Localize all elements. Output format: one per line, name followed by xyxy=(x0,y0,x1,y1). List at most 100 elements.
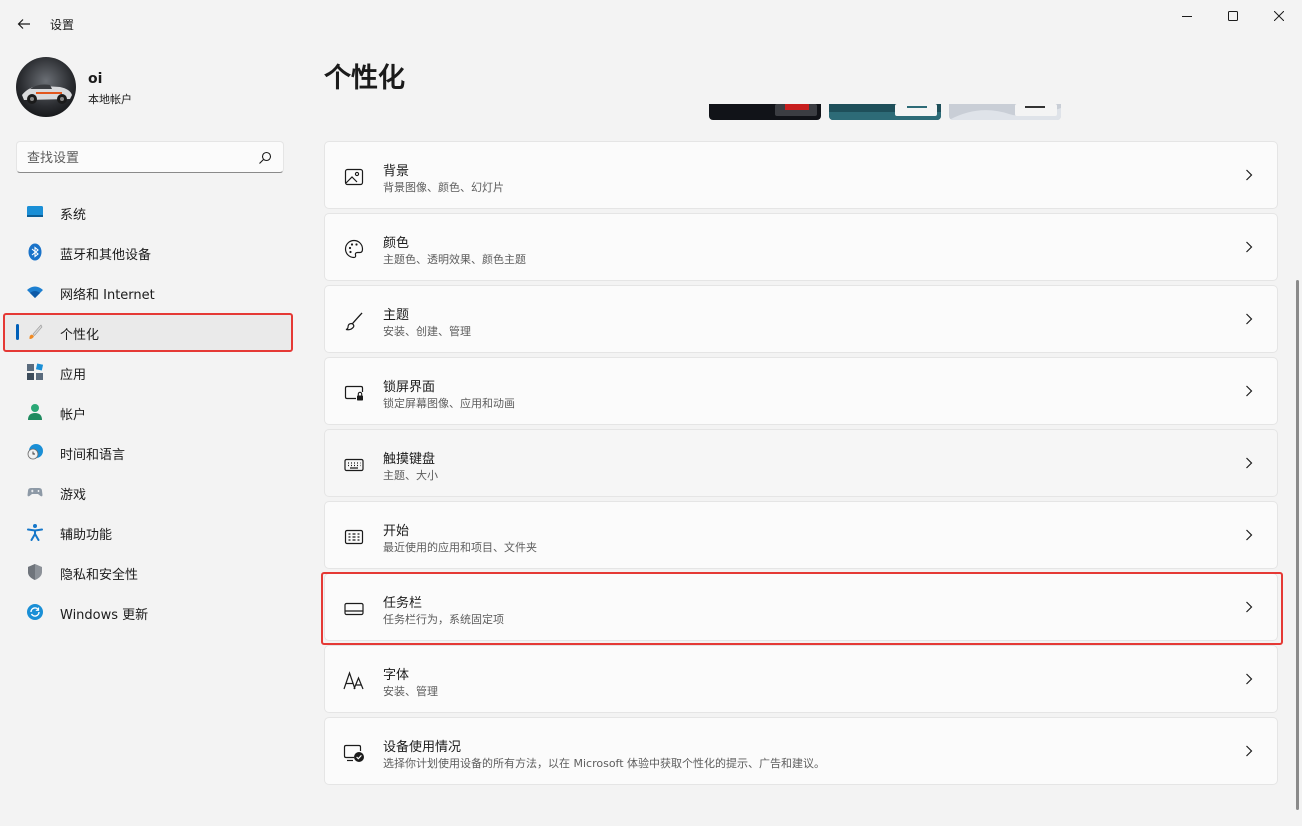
back-button[interactable] xyxy=(12,10,36,38)
card-start[interactable]: 开始 最近使用的应用和项目、文件夹 xyxy=(324,501,1278,569)
apps-icon xyxy=(26,363,44,381)
theme-preview-dark[interactable] xyxy=(709,104,821,120)
keyboard-icon xyxy=(343,454,365,476)
start-menu-icon xyxy=(343,526,365,548)
bluetooth-icon xyxy=(26,243,44,261)
sidebar-item-time-language[interactable]: 时间和语言 xyxy=(4,434,292,470)
sidebar-item-label: 隐私和安全性 xyxy=(60,568,139,583)
system-icon xyxy=(26,203,44,221)
chevron-right-icon xyxy=(1243,744,1255,758)
avatar[interactable] xyxy=(16,57,76,117)
sidebar-item-bluetooth[interactable]: 蓝牙和其他设备 xyxy=(4,234,292,270)
card-title: 锁屏界面 xyxy=(383,380,436,395)
card-title: 主题 xyxy=(383,308,410,323)
card-description: 主题色、透明效果、颜色主题 xyxy=(383,253,526,266)
windows-update-icon xyxy=(26,603,44,621)
chevron-right-icon xyxy=(1243,600,1255,614)
sidebar-item-personalization[interactable]: 个性化 xyxy=(4,314,292,350)
shield-icon xyxy=(26,563,44,581)
window-title: 设置 xyxy=(50,18,75,32)
image-icon xyxy=(343,166,365,188)
card-title: 颜色 xyxy=(383,236,410,251)
card-description: 主题、大小 xyxy=(383,469,438,482)
brush-icon xyxy=(343,310,365,332)
sidebar-item-label: 辅助功能 xyxy=(60,528,113,543)
maximize-button[interactable] xyxy=(1210,0,1256,32)
sidebar-item-label: Windows 更新 xyxy=(60,608,149,623)
sidebar-item-label: 应用 xyxy=(60,368,87,383)
card-taskbar[interactable]: 任务栏 任务栏行为，系统固定项 xyxy=(324,573,1278,641)
card-description: 背景图像、颜色、幻灯片 xyxy=(383,181,504,194)
sidebar-item-windows-update[interactable]: Windows 更新 xyxy=(4,594,292,630)
selection-indicator xyxy=(16,324,19,340)
close-icon xyxy=(1274,11,1284,21)
scrollbar-thumb[interactable] xyxy=(1296,280,1299,810)
sidebar-item-label: 系统 xyxy=(60,208,87,223)
sidebar-item-label: 帐户 xyxy=(60,408,87,423)
chevron-right-icon xyxy=(1243,312,1255,326)
card-description: 最近使用的应用和项目、文件夹 xyxy=(383,541,537,554)
sidebar-nav: 系统 蓝牙和其他设备 网络和 Internet 个性化 应用 帐户 时间和语言 … xyxy=(4,194,292,634)
card-colors[interactable]: 颜色 主题色、透明效果、颜色主题 xyxy=(324,213,1278,281)
minimize-icon xyxy=(1182,16,1192,17)
taskbar-icon xyxy=(343,598,365,620)
card-title: 设备使用情况 xyxy=(383,740,462,755)
chevron-right-icon xyxy=(1243,240,1255,254)
card-touch-keyboard[interactable]: 触摸键盘 主题、大小 xyxy=(324,429,1278,497)
theme-preview-light[interactable] xyxy=(949,104,1061,120)
search-icon[interactable] xyxy=(257,150,273,166)
lock-screen-icon xyxy=(343,382,365,404)
sidebar-item-label: 时间和语言 xyxy=(60,448,126,463)
card-lock-screen[interactable]: 锁屏界面 锁定屏幕图像、应用和动画 xyxy=(324,357,1278,425)
sidebar-item-network[interactable]: 网络和 Internet xyxy=(4,274,292,310)
sidebar-item-accessibility[interactable]: 辅助功能 xyxy=(4,514,292,550)
device-usage-icon xyxy=(343,742,365,764)
sidebar-item-label: 游戏 xyxy=(60,488,87,503)
card-description: 任务栏行为，系统固定项 xyxy=(383,613,504,626)
chevron-right-icon xyxy=(1243,168,1255,182)
palette-icon xyxy=(343,238,365,260)
font-icon xyxy=(343,670,365,692)
paintbrush-icon xyxy=(26,323,44,341)
chevron-right-icon xyxy=(1243,528,1255,542)
card-background[interactable]: 背景 背景图像、颜色、幻灯片 xyxy=(324,141,1278,209)
sidebar-item-privacy[interactable]: 隐私和安全性 xyxy=(4,554,292,590)
card-description: 安装、管理 xyxy=(383,685,438,698)
card-title: 开始 xyxy=(383,524,410,539)
chevron-right-icon xyxy=(1243,384,1255,398)
title-bar: 设置 xyxy=(0,0,1302,48)
search-input[interactable] xyxy=(27,148,247,168)
clock-globe-icon xyxy=(26,443,44,461)
card-device-usage[interactable]: 设备使用情况 选择你计划使用设备的所有方法，以在 Microsoft 体验中获取… xyxy=(324,717,1278,785)
card-description: 选择你计划使用设备的所有方法，以在 Microsoft 体验中获取个性化的提示、… xyxy=(383,757,826,770)
user-name: oi xyxy=(88,71,103,87)
sidebar-item-gaming[interactable]: 游戏 xyxy=(4,474,292,510)
gamepad-icon xyxy=(26,483,44,501)
settings-card-list: 背景 背景图像、颜色、幻灯片 颜色 主题色、透明效果、颜色主题 主题 安装、创建… xyxy=(324,141,1278,789)
sidebar-item-apps[interactable]: 应用 xyxy=(4,354,292,390)
card-title: 字体 xyxy=(383,668,410,683)
card-title: 背景 xyxy=(383,164,410,179)
back-arrow-icon xyxy=(17,19,30,29)
card-title: 触摸键盘 xyxy=(383,452,436,467)
minimize-button[interactable] xyxy=(1164,0,1210,32)
sidebar-item-label: 网络和 Internet xyxy=(60,288,155,303)
sidebar-item-accounts[interactable]: 帐户 xyxy=(4,394,292,430)
search-box[interactable] xyxy=(16,141,284,173)
wifi-icon xyxy=(26,283,44,301)
chevron-right-icon xyxy=(1243,672,1255,686)
settings-window: 设置 oi 本地帐户 查找设置 系统 蓝牙和其他设备 网络和 Internet … xyxy=(0,0,1302,826)
card-fonts[interactable]: 字体 安装、管理 xyxy=(324,645,1278,713)
maximize-icon xyxy=(1228,11,1238,21)
sidebar-item-label: 蓝牙和其他设备 xyxy=(60,248,152,263)
theme-preview-teal[interactable] xyxy=(829,104,941,120)
close-button[interactable] xyxy=(1256,0,1302,32)
chevron-right-icon xyxy=(1243,456,1255,470)
sidebar-item-label: 个性化 xyxy=(60,328,100,343)
card-description: 安装、创建、管理 xyxy=(383,325,471,338)
card-title: 任务栏 xyxy=(383,596,423,611)
accessibility-icon xyxy=(26,523,44,541)
page-title: 个性化 xyxy=(324,63,405,94)
card-themes[interactable]: 主题 安装、创建、管理 xyxy=(324,285,1278,353)
sidebar-item-system[interactable]: 系统 xyxy=(4,194,292,230)
